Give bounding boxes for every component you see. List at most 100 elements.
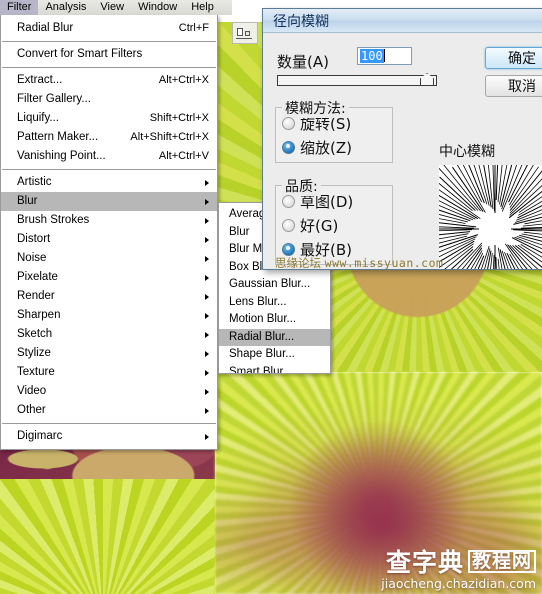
radio-button-icon[interactable]: [282, 218, 295, 232]
cancel-button[interactable]: 取消: [485, 75, 542, 97]
amount-label: 数量(A): [277, 53, 329, 71]
menu-item-label: Render: [17, 290, 55, 302]
menu-item-label: Texture: [17, 366, 55, 378]
menubar-item-window[interactable]: Window: [131, 0, 184, 15]
menu-item-label: Filter Gallery...: [17, 93, 91, 105]
radio-label: 好(G): [300, 216, 339, 235]
menu-item-label: Vanishing Point...: [17, 150, 106, 162]
menu-item-shortcut: Alt+Ctrl+V: [158, 150, 209, 162]
menu-item-render[interactable]: Render: [1, 287, 217, 306]
quality-group-title: 品质:: [282, 176, 321, 196]
menu-item-label: Lens Blur...: [229, 295, 287, 308]
menubar-item-label: Window: [138, 1, 178, 13]
menubar-item-view[interactable]: View: [93, 0, 131, 15]
radio-button-icon[interactable]: [282, 242, 295, 256]
menu-item-texture[interactable]: Texture: [1, 363, 217, 382]
menu-item-label: Blur: [17, 195, 38, 207]
toolbar-swatch-icon[interactable]: [232, 22, 258, 44]
radio-button-icon[interactable]: [282, 140, 295, 154]
menu-item-label: Radial Blur: [17, 22, 74, 34]
menu-item-shortcut: Shift+Ctrl+X: [149, 112, 209, 124]
amount-input-value: 100: [360, 49, 384, 63]
submenu-arrow-icon: [205, 255, 209, 262]
menu-item-radial-blur[interactable]: Radial Blur Ctrl+F: [1, 19, 217, 38]
menu-item-liquify[interactable]: Liquify... Shift+Ctrl+X: [1, 109, 217, 128]
menu-item-label: Gaussian Blur...: [229, 278, 311, 290]
blur-menu-item-radial-blur[interactable]: Radial Blur...: [219, 328, 330, 346]
blur-method-group: 模糊方法: 旋转(S) 缩放(Z): [275, 98, 393, 163]
menu-item-label: Pixelate: [17, 271, 58, 283]
menu-item-brush-strokes[interactable]: Brush Strokes: [1, 211, 217, 230]
menu-item-blur[interactable]: Blur: [1, 192, 217, 211]
toolbar-swatch-back: [245, 31, 250, 36]
menubar-item-help[interactable]: Help: [184, 0, 221, 15]
submenu-arrow-icon: [205, 236, 209, 243]
menu-item-stylize[interactable]: Stylize: [1, 344, 217, 363]
menubar-item-filter[interactable]: Filter: [0, 0, 39, 15]
menu-item-label: Liquify...: [17, 112, 59, 124]
menu-separator: [2, 41, 216, 42]
menu-item-vanishing-point[interactable]: Vanishing Point... Alt+Ctrl+V: [1, 147, 217, 166]
filter-menu: Radial Blur Ctrl+F Convert for Smart Filte…: [0, 15, 218, 450]
menu-item-pixelate[interactable]: Pixelate: [1, 268, 217, 287]
center-blur-preview[interactable]: [439, 165, 542, 269]
menu-item-label: Motion Blur...: [229, 313, 297, 325]
dialog-body: 数量(A) 100 模糊方法: 旋转(S) 缩放(Z) 品质: 草图(D) 好(G)…: [263, 33, 542, 269]
blur-menu-item-lens-blur[interactable]: Lens Blur...: [219, 294, 330, 312]
menu-item-label: Smart Blur...: [229, 365, 293, 374]
menu-separator: [2, 423, 216, 424]
menu-item-convert-for-smart-filters[interactable]: Convert for Smart Filters: [1, 45, 217, 64]
radio-button-icon[interactable]: [282, 194, 295, 208]
menu-separator: [2, 169, 216, 170]
menu-item-sketch[interactable]: Sketch: [1, 325, 217, 344]
ok-button-label: 确定: [508, 51, 536, 67]
menu-item-label: Pattern Maker...: [17, 131, 99, 143]
menu-item-video[interactable]: Video: [1, 382, 217, 401]
blur-menu-item-shape-blur[interactable]: Shape Blur...: [219, 346, 330, 364]
submenu-arrow-icon: [205, 217, 209, 224]
menu-item-label: Convert for Smart Filters: [17, 48, 143, 60]
menu-item-other[interactable]: Other: [1, 401, 217, 420]
menu-item-label: Noise: [17, 252, 47, 264]
app-window: 查字典 教程网 jiaocheng.chazidian.com Filter Ana…: [0, 0, 542, 594]
radial-blur-dialog: 径向模糊 数量(A) 100 模糊方法: 旋转(S) 缩放(Z) 品质: 草图(D…: [262, 8, 542, 270]
amount-slider-track[interactable]: [277, 75, 437, 86]
quality-group: 品质: 草图(D) 好(G) 最好(B): [275, 176, 393, 265]
quality-options: 草图(D) 好(G) 最好(B): [276, 186, 392, 261]
watermark-url: jiaocheng.chazidian.com: [381, 575, 536, 591]
menu-item-noise[interactable]: Noise: [1, 249, 217, 268]
menu-item-filter-gallery[interactable]: Filter Gallery...: [1, 90, 217, 109]
blur-method-option-1[interactable]: 缩放(Z): [276, 135, 392, 159]
submenu-arrow-icon: [205, 198, 209, 205]
menu-item-label: Brush Strokes: [17, 214, 90, 226]
radio-button-icon[interactable]: [282, 116, 295, 130]
menu-item-label: Video: [17, 385, 47, 397]
menu-separator: [2, 67, 216, 68]
menu-item-artistic[interactable]: Artistic: [1, 173, 217, 192]
menu-item-distort[interactable]: Distort: [1, 230, 217, 249]
ok-button[interactable]: 确定: [485, 47, 542, 69]
menubar-item-analysis[interactable]: Analysis: [38, 0, 93, 15]
blur-menu-item-gaussian-blur[interactable]: Gaussian Blur...: [219, 276, 330, 294]
menu-item-pattern-maker[interactable]: Pattern Maker... Alt+Shift+Ctrl+X: [1, 128, 217, 147]
center-blur-rays-graphic: [439, 165, 542, 269]
amount-input[interactable]: 100: [357, 47, 412, 65]
blur-menu-item-motion-blur[interactable]: Motion Blur...: [219, 311, 330, 329]
menu-item-shortcut: Alt+Ctrl+X: [158, 74, 209, 86]
text-caret: [383, 49, 385, 62]
watermark-main-text: 查字典: [385, 547, 464, 577]
menu-item-sharpen[interactable]: Sharpen: [1, 306, 217, 325]
submenu-arrow-icon: [205, 331, 209, 338]
menu-item-shortcut: Alt+Shift+Ctrl+X: [130, 131, 209, 143]
submenu-arrow-icon: [205, 350, 209, 357]
menubar-item-label: Analysis: [45, 1, 87, 13]
dialog-title-bar: 径向模糊: [263, 9, 542, 33]
menu-item-label: Distort: [17, 233, 51, 245]
blur-menu-item-smart-blur[interactable]: Smart Blur...: [219, 364, 330, 374]
menu-item-shortcut: Ctrl+F: [178, 22, 209, 34]
menu-item-digimarc[interactable]: Digimarc: [1, 427, 217, 446]
toolbar-swatch-front: [237, 28, 243, 36]
menu-item-extract[interactable]: Extract... Alt+Ctrl+X: [1, 71, 217, 90]
menubar-item-label: Help: [191, 1, 214, 13]
quality-option-1[interactable]: 好(G): [276, 213, 392, 237]
